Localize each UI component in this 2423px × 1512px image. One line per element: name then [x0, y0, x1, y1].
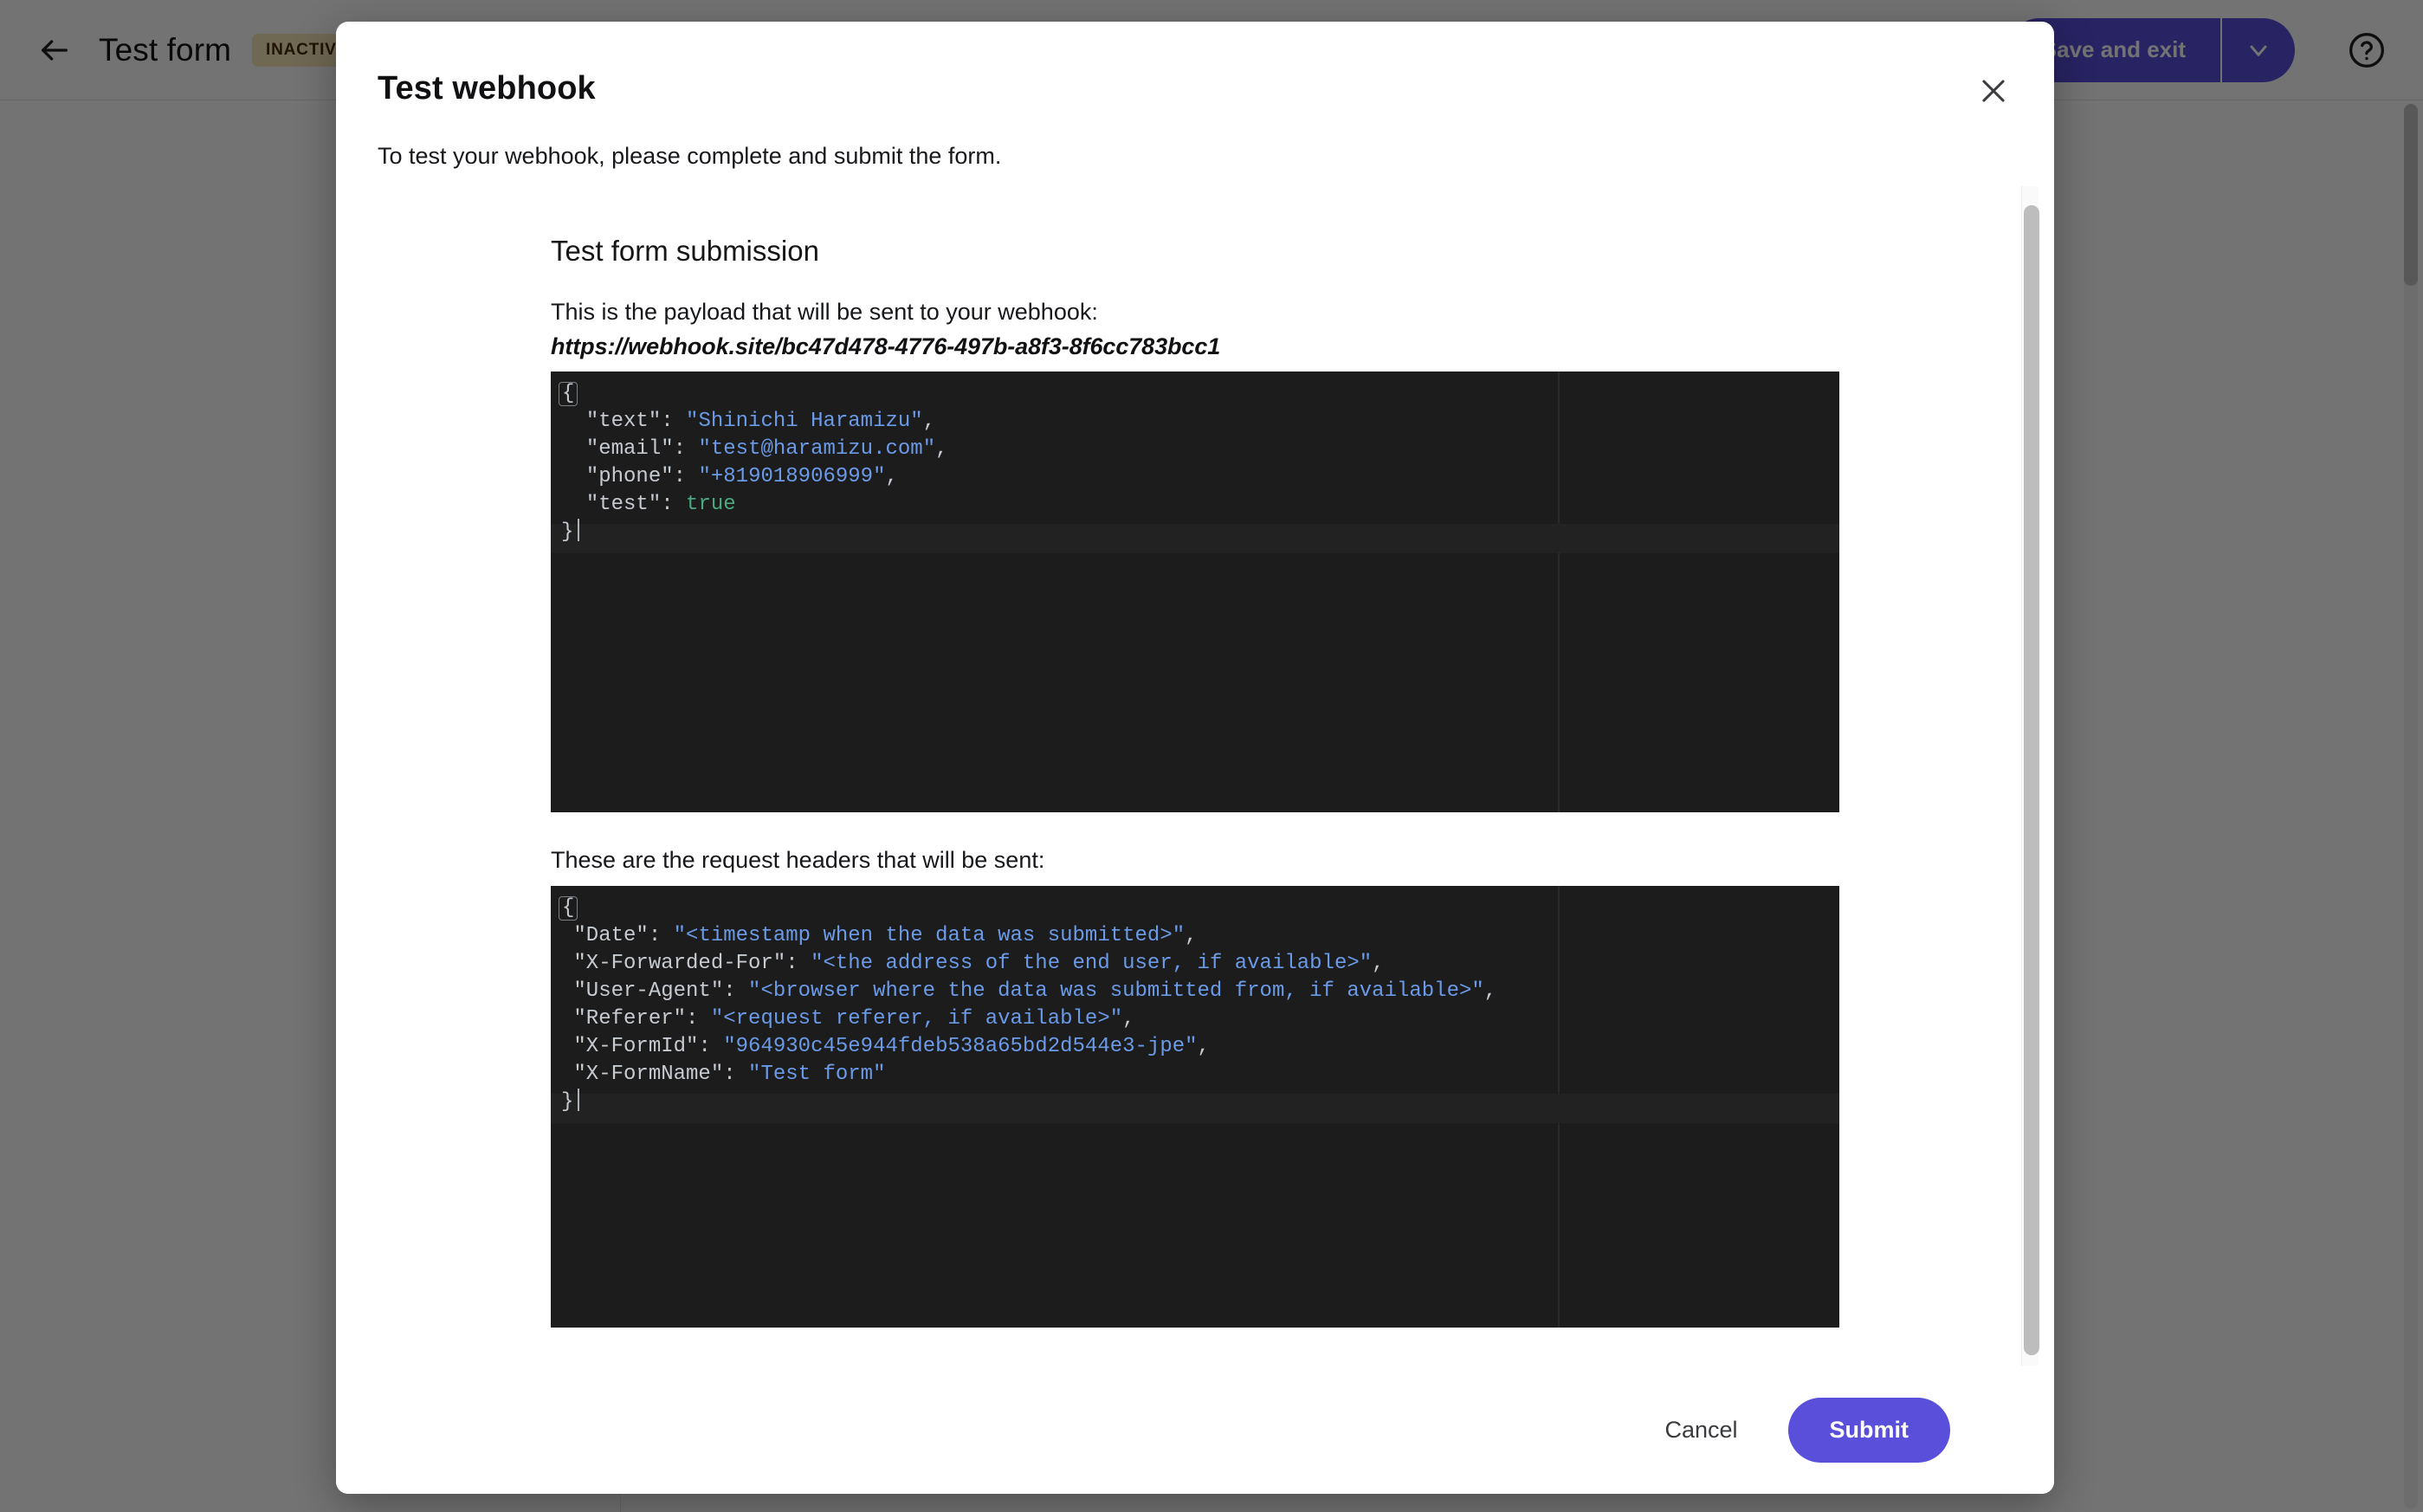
dialog-scrollbar[interactable]: [2021, 186, 2039, 1366]
cancel-button[interactable]: Cancel: [1638, 1401, 1763, 1459]
payload-label: This is the payload that will be sent to…: [551, 299, 1098, 325]
dialog-scrollbar-thumb[interactable]: [2024, 205, 2039, 1355]
headers-label: These are the request headers that will …: [551, 846, 1045, 873]
submit-button[interactable]: Submit: [1787, 1397, 1950, 1463]
code-line: "X-FormName": "Test form": [573, 1063, 886, 1087]
dialog-footer: Cancel Submit: [336, 1366, 2054, 1494]
code-line: "User-Agent": "<browser where the data w…: [573, 979, 1497, 1004]
payload-code-lines: { "text": "Shinichi Haramizu", "email": …: [551, 372, 1839, 546]
payload-code-editor[interactable]: { "text": "Shinichi Haramizu", "email": …: [551, 371, 1839, 812]
text-caret: [578, 1089, 580, 1112]
code-line: "X-FormId": "964930c45e944fdeb538a65bd2d…: [573, 1035, 1210, 1059]
webhook-url: https://webhook.site/bc47d478-4776-497b-…: [551, 333, 1221, 359]
code-line: "text": "Shinichi Haramizu",: [585, 409, 936, 433]
dialog-content: Test form submission This is the payload…: [336, 186, 2054, 1362]
text-caret: [578, 518, 580, 541]
code-line: "Date": "<timestamp when the data was su…: [573, 924, 1198, 948]
headers-code-lines: { "Date": "<timestamp when the data was …: [551, 886, 1839, 1116]
code-line: "Referer": "<request referer, if availab…: [573, 1007, 1135, 1031]
close-icon[interactable]: [1966, 63, 2021, 119]
code-line: "phone": "+819018906999",: [585, 464, 898, 488]
dialog-scroll-region: Test form submission This is the payload…: [336, 186, 2054, 1366]
code-line: {: [551, 380, 1839, 408]
dialog-intro-text: To test your webhook, please complete an…: [378, 143, 1002, 169]
headers-code-editor[interactable]: { "Date": "<timestamp when the data was …: [551, 886, 1839, 1328]
code-line: }: [551, 1089, 1839, 1116]
code-line: {: [551, 895, 1839, 922]
code-line: }: [551, 518, 1839, 546]
code-line: "email": "test@haramizu.com",: [585, 436, 948, 461]
section-heading: Test form submission: [551, 235, 819, 267]
dialog-title: Test webhook: [378, 70, 596, 107]
code-line: "X-Forwarded-For": "<the address of the …: [573, 952, 1385, 976]
test-webhook-dialog: Test webhook To test your webhook, pleas…: [336, 22, 2054, 1494]
code-line: "test": true: [585, 492, 736, 516]
